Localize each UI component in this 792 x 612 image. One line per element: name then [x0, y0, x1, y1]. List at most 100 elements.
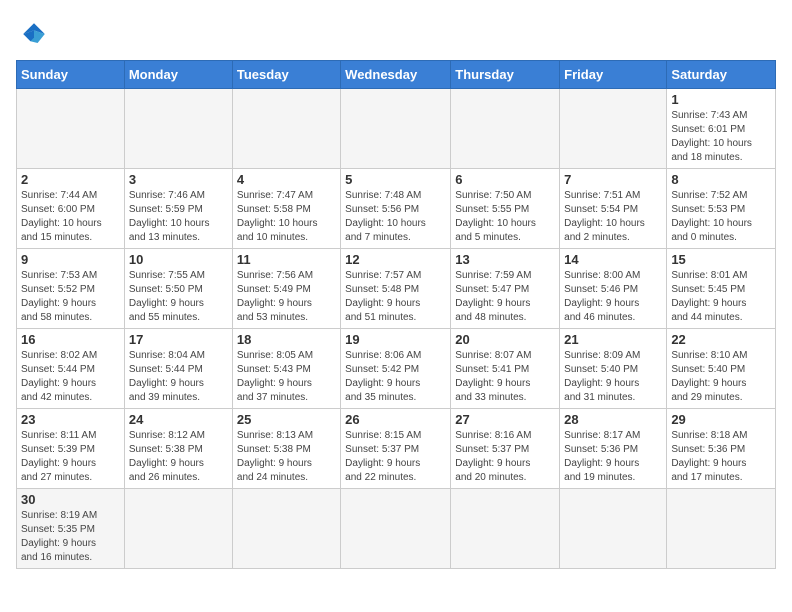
- calendar-cell: [341, 89, 451, 169]
- calendar-cell: [341, 489, 451, 569]
- calendar-cell: [560, 89, 667, 169]
- day-number: 14: [564, 252, 662, 267]
- calendar-cell: 13Sunrise: 7:59 AM Sunset: 5:47 PM Dayli…: [451, 249, 560, 329]
- day-number: 28: [564, 412, 662, 427]
- day-info: Sunrise: 8:05 AM Sunset: 5:43 PM Dayligh…: [237, 349, 336, 405]
- day-info: Sunrise: 8:11 AM Sunset: 5:39 PM Dayligh…: [21, 429, 120, 485]
- day-info: Sunrise: 8:09 AM Sunset: 5:40 PM Dayligh…: [564, 349, 662, 405]
- day-number: 30: [21, 492, 120, 507]
- weekday-header-tuesday: Tuesday: [232, 61, 340, 89]
- calendar-cell: 7 Sunrise: 7:51 AM Sunset: 5:54 PM Daylig…: [560, 169, 667, 249]
- logo-icon: [16, 16, 52, 52]
- logo: [16, 16, 56, 52]
- day-info: Sunrise: 7:55 AM Sunset: 5:50 PM Dayligh…: [129, 269, 228, 325]
- day-info: Sunrise: 7:53 AM Sunset: 5:52 PM Dayligh…: [21, 269, 120, 325]
- calendar-cell: [124, 89, 232, 169]
- day-info: Sunrise: 8:01 AM Sunset: 5:45 PM Dayligh…: [671, 269, 771, 325]
- day-info: Sunrise: 7:48 AM Sunset: 5:56 PM Dayligh…: [345, 189, 446, 245]
- day-number: 9: [21, 252, 120, 267]
- day-info: Sunrise: 8:00 AM Sunset: 5:46 PM Dayligh…: [564, 269, 662, 325]
- calendar-cell: [667, 489, 776, 569]
- calendar-cell: [451, 89, 560, 169]
- day-info: Sunrise: 8:04 AM Sunset: 5:44 PM Dayligh…: [129, 349, 228, 405]
- day-info: Sunrise: 8:18 AM Sunset: 5:36 PM Dayligh…: [671, 429, 771, 485]
- day-number: 21: [564, 332, 662, 347]
- calendar-cell: 14 Sunrise: 8:00 AM Sunset: 5:46 PM Dayli…: [560, 249, 667, 329]
- day-info: Sunrise: 7:50 AM Sunset: 5:55 PM Dayligh…: [455, 189, 555, 245]
- calendar-cell: 26 Sunrise: 8:15 AM Sunset: 5:37 PM Dayli…: [341, 409, 451, 489]
- calendar-cell: 28 Sunrise: 8:17 AM Sunset: 5:36 PM Dayli…: [560, 409, 667, 489]
- calendar-cell: [124, 489, 232, 569]
- calendar-cell: 30 Sunrise: 8:19 AM Sunset: 5:35 PM Dayli…: [17, 489, 125, 569]
- day-number: 23: [21, 412, 120, 427]
- day-number: 19: [345, 332, 446, 347]
- calendar-cell: 6 Sunrise: 7:50 AM Sunset: 5:55 PM Daylig…: [451, 169, 560, 249]
- calendar-cell: 19 Sunrise: 8:06 AM Sunset: 5:42 PM Dayli…: [341, 329, 451, 409]
- calendar-cell: 9 Sunrise: 7:53 AM Sunset: 5:52 PM Daylig…: [17, 249, 125, 329]
- calendar-cell: 17 Sunrise: 8:04 AM Sunset: 5:44 PM Dayli…: [124, 329, 232, 409]
- calendar-cell: [17, 89, 125, 169]
- calendar-cell: 21 Sunrise: 8:09 AM Sunset: 5:40 PM Dayli…: [560, 329, 667, 409]
- day-info: Sunrise: 8:10 AM Sunset: 5:40 PM Dayligh…: [671, 349, 771, 405]
- page-container: SundayMondayTuesdayWednesdayThursdayFrid…: [16, 16, 776, 569]
- calendar-cell: 3Sunrise: 7:46 AM Sunset: 5:59 PM Daylig…: [124, 169, 232, 249]
- day-info: Sunrise: 7:47 AM Sunset: 5:58 PM Dayligh…: [237, 189, 336, 245]
- day-number: 12: [345, 252, 446, 267]
- day-number: 26: [345, 412, 446, 427]
- day-number: 29: [671, 412, 771, 427]
- calendar-cell: 15 Sunrise: 8:01 AM Sunset: 5:45 PM Dayli…: [667, 249, 776, 329]
- week-row-4: 23 Sunrise: 8:11 AM Sunset: 5:39 PM Dayli…: [17, 409, 776, 489]
- day-number: 4: [237, 172, 336, 187]
- week-row-5: 30 Sunrise: 8:19 AM Sunset: 5:35 PM Dayli…: [17, 489, 776, 569]
- day-number: 3: [129, 172, 228, 187]
- day-number: 6: [455, 172, 555, 187]
- day-number: 5: [345, 172, 446, 187]
- day-info: Sunrise: 8:15 AM Sunset: 5:37 PM Dayligh…: [345, 429, 446, 485]
- weekday-header-friday: Friday: [560, 61, 667, 89]
- weekday-header-thursday: Thursday: [451, 61, 560, 89]
- day-info: Sunrise: 8:19 AM Sunset: 5:35 PM Dayligh…: [21, 509, 120, 565]
- day-number: 7: [564, 172, 662, 187]
- day-info: Sunrise: 8:12 AM Sunset: 5:38 PM Dayligh…: [129, 429, 228, 485]
- day-number: 10: [129, 252, 228, 267]
- day-info: Sunrise: 7:43 AM Sunset: 6:01 PM Dayligh…: [671, 109, 771, 165]
- calendar-cell: 29 Sunrise: 8:18 AM Sunset: 5:36 PM Dayli…: [667, 409, 776, 489]
- calendar-cell: 22Sunrise: 8:10 AM Sunset: 5:40 PM Dayli…: [667, 329, 776, 409]
- calendar-cell: 10 Sunrise: 7:55 AM Sunset: 5:50 PM Dayli…: [124, 249, 232, 329]
- calendar-cell: [451, 489, 560, 569]
- day-info: Sunrise: 7:44 AM Sunset: 6:00 PM Dayligh…: [21, 189, 120, 245]
- calendar-cell: 23 Sunrise: 8:11 AM Sunset: 5:39 PM Dayli…: [17, 409, 125, 489]
- day-number: 11: [237, 252, 336, 267]
- week-row-0: 1Sunrise: 7:43 AM Sunset: 6:01 PM Daylig…: [17, 89, 776, 169]
- day-number: 16: [21, 332, 120, 347]
- day-number: 17: [129, 332, 228, 347]
- calendar-cell: 2Sunrise: 7:44 AM Sunset: 6:00 PM Daylig…: [17, 169, 125, 249]
- calendar-cell: [560, 489, 667, 569]
- weekday-header-sunday: Sunday: [17, 61, 125, 89]
- day-info: Sunrise: 8:13 AM Sunset: 5:38 PM Dayligh…: [237, 429, 336, 485]
- day-number: 20: [455, 332, 555, 347]
- header: [16, 16, 776, 52]
- day-number: 15: [671, 252, 771, 267]
- calendar-cell: [232, 489, 340, 569]
- day-info: Sunrise: 8:17 AM Sunset: 5:36 PM Dayligh…: [564, 429, 662, 485]
- weekday-header-wednesday: Wednesday: [341, 61, 451, 89]
- week-row-3: 16 Sunrise: 8:02 AM Sunset: 5:44 PM Dayli…: [17, 329, 776, 409]
- day-info: Sunrise: 7:51 AM Sunset: 5:54 PM Dayligh…: [564, 189, 662, 245]
- calendar-cell: 8 Sunrise: 7:52 AM Sunset: 5:53 PM Daylig…: [667, 169, 776, 249]
- calendar-cell: 25Sunrise: 8:13 AM Sunset: 5:38 PM Dayli…: [232, 409, 340, 489]
- day-info: Sunrise: 7:52 AM Sunset: 5:53 PM Dayligh…: [671, 189, 771, 245]
- weekday-header-monday: Monday: [124, 61, 232, 89]
- calendar-cell: 16 Sunrise: 8:02 AM Sunset: 5:44 PM Dayli…: [17, 329, 125, 409]
- day-number: 13: [455, 252, 555, 267]
- day-number: 8: [671, 172, 771, 187]
- calendar-cell: 27Sunrise: 8:16 AM Sunset: 5:37 PM Dayli…: [451, 409, 560, 489]
- calendar-cell: [232, 89, 340, 169]
- day-info: Sunrise: 8:02 AM Sunset: 5:44 PM Dayligh…: [21, 349, 120, 405]
- day-number: 18: [237, 332, 336, 347]
- day-info: Sunrise: 7:56 AM Sunset: 5:49 PM Dayligh…: [237, 269, 336, 325]
- day-info: Sunrise: 8:06 AM Sunset: 5:42 PM Dayligh…: [345, 349, 446, 405]
- day-info: Sunrise: 8:07 AM Sunset: 5:41 PM Dayligh…: [455, 349, 555, 405]
- calendar-cell: 5 Sunrise: 7:48 AM Sunset: 5:56 PM Daylig…: [341, 169, 451, 249]
- calendar-cell: 1Sunrise: 7:43 AM Sunset: 6:01 PM Daylig…: [667, 89, 776, 169]
